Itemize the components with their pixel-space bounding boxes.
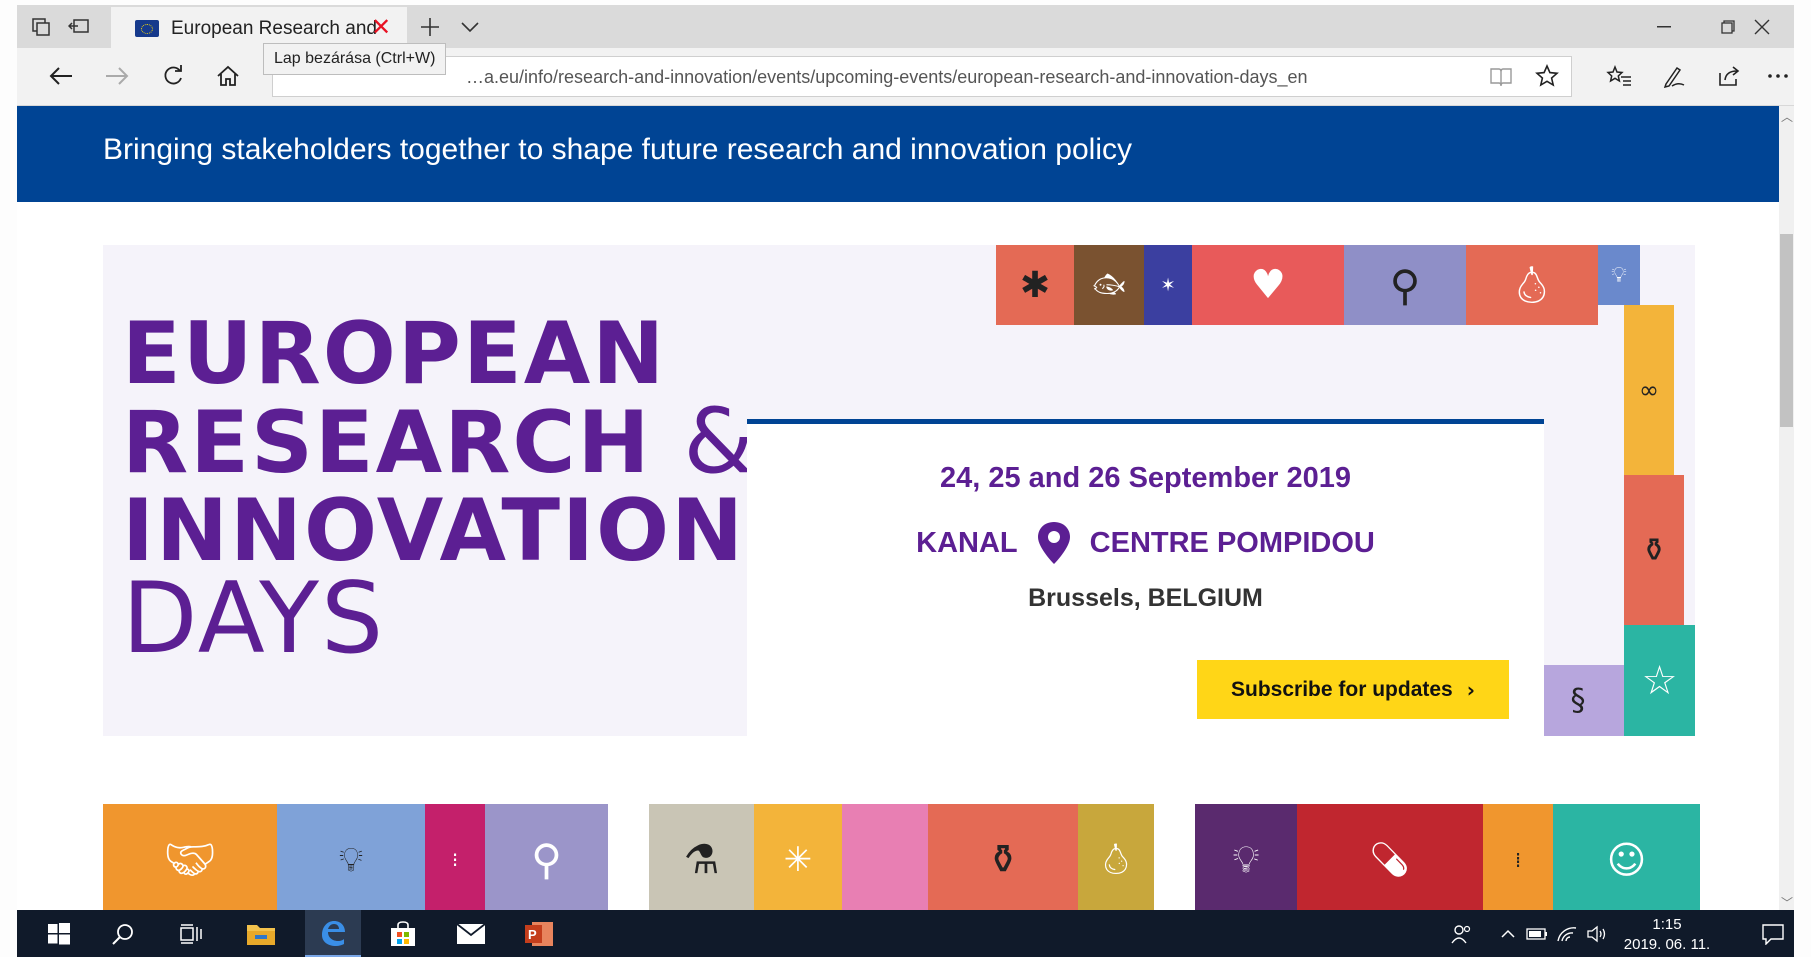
people-icon[interactable]: [1442, 910, 1482, 957]
pear-tile-icon: 🍐︎: [1466, 245, 1598, 325]
chain-small-tile-icon: ⁞: [1483, 804, 1553, 915]
people-tile-icon: ☺: [1553, 804, 1700, 915]
show-hidden-icons-chevron-icon[interactable]: [1497, 910, 1519, 957]
event-brand-logo: EUROPEAN RESEARCH & INNOVATION DAYS: [122, 304, 756, 676]
amphora-tile-icon: ⚱: [928, 804, 1078, 915]
dots-tile-icon: ⁝: [425, 804, 485, 915]
sparkle-tile-icon: ✳: [754, 804, 842, 915]
mail-icon[interactable]: [445, 910, 497, 957]
brand-ampersand: &: [683, 389, 756, 494]
event-dates: 24, 25 and 26 September 2019: [939, 462, 1352, 494]
promo-image-2[interactable]: ⚗ ✳ ⚱ 🍐︎: [649, 804, 1154, 915]
bulb-tile-icon: 💡︎: [1598, 245, 1640, 305]
battery-icon[interactable]: [1523, 910, 1551, 957]
bicycle-tile-icon: ⚲: [1344, 245, 1466, 325]
minimize-icon[interactable]: [1633, 5, 1695, 48]
refresh-icon[interactable]: [151, 56, 195, 96]
promo-image-1[interactable]: 🤝︎ 💡︎ ⁝ ⚲: [103, 804, 608, 915]
page-viewport: Bringing stakeholders together to shape …: [17, 106, 1779, 915]
event-venue: KANAL CENTRE POMPIDOU: [747, 520, 1544, 566]
scroll-up-arrow-icon[interactable]: ︿: [1781, 108, 1793, 125]
tab-close-icon[interactable]: ✕: [371, 13, 391, 41]
system-clock[interactable]: 1:15 2019. 06. 11.: [1617, 915, 1717, 955]
file-explorer-icon[interactable]: [235, 910, 287, 957]
pills-tile-icon: 💊︎: [1297, 804, 1483, 915]
windows-start-icon[interactable]: [35, 910, 83, 957]
title-bar: European Research and ✕: [17, 5, 1794, 48]
web-note-pen-icon[interactable]: [1652, 56, 1696, 96]
favorite-star-icon[interactable]: [1535, 64, 1559, 93]
favorites-hub-icon[interactable]: [1597, 56, 1641, 96]
address-bar[interactable]: …a.eu/info/research-and-innovation/event…: [272, 56, 1572, 97]
browser-window: European Research and ✕ …a.eu/info/resea…: [17, 5, 1794, 957]
brand-line-research: RESEARCH &: [122, 397, 756, 488]
close-window-icon[interactable]: [1731, 5, 1793, 48]
subscribe-button[interactable]: Subscribe for updates ›: [1197, 660, 1509, 719]
new-tab-icon[interactable]: [410, 5, 450, 48]
eu-flag-icon: [135, 20, 159, 37]
forward-icon[interactable]: [95, 56, 139, 96]
svg-text:P: P: [528, 927, 537, 942]
tab-preview-icon[interactable]: [21, 5, 61, 48]
task-view-icon[interactable]: [167, 910, 215, 957]
url-text: …a.eu/info/research-and-innovation/event…: [466, 67, 1308, 87]
dna-tile-icon: §: [1532, 665, 1624, 736]
brand-line-days: DAYS: [122, 562, 386, 676]
clock-date: 2019. 06. 11.: [1623, 936, 1711, 953]
more-menu-icon[interactable]: [1762, 56, 1794, 96]
location-pin-icon: [1037, 522, 1070, 564]
scrollbar-thumb[interactable]: [1780, 234, 1793, 427]
clock-time: 1:15: [1652, 916, 1682, 933]
flask-tile-icon: ⚗: [649, 804, 754, 915]
fish-tile-icon: 🐟︎: [1074, 245, 1144, 325]
star-tile-icon: ☆: [1624, 625, 1695, 736]
banner-text: Bringing stakeholders together to shape …: [103, 133, 1132, 166]
wifi-icon[interactable]: [1553, 910, 1581, 957]
bike-tile-icon: ⚲: [485, 804, 608, 915]
stars-tile-icon: ✶: [1144, 245, 1192, 325]
promo-image-3[interactable]: 💡︎ 💊︎ ⁞ ☺: [1195, 804, 1700, 915]
volume-icon[interactable]: [1583, 910, 1611, 957]
tab-list-chevron-icon[interactable]: [450, 5, 490, 48]
search-icon[interactable]: [99, 910, 147, 957]
tab-title: European Research and: [171, 18, 377, 39]
chain-tile-icon: ∞: [1624, 305, 1674, 475]
handshake-tile-icon: 🤝︎: [103, 804, 277, 915]
pear-small-tile-icon: 🍐︎: [1078, 804, 1154, 915]
event-city: Brussels, BELGIUM: [1028, 584, 1263, 612]
chevron-right-icon: ›: [1466, 677, 1475, 702]
share-icon[interactable]: [1707, 56, 1751, 96]
reading-view-icon[interactable]: [1489, 66, 1513, 93]
store-icon[interactable]: [377, 910, 429, 957]
scroll-down-arrow-icon[interactable]: ﹀: [1781, 894, 1793, 911]
set-aside-tabs-icon[interactable]: [59, 5, 99, 48]
event-info-card: 24, 25 and 26 September 2019 KANAL CENTR…: [747, 419, 1544, 746]
subscribe-label: Subscribe for updates: [1231, 677, 1453, 701]
edge-browser-icon[interactable]: [305, 910, 361, 957]
venue-kanal: KANAL: [916, 526, 1018, 559]
atom-heart-tile-icon: ♥: [1192, 245, 1344, 325]
vase-tile-icon: ⚱: [1624, 475, 1684, 625]
bulbs-tile-icon: 💡︎: [277, 804, 425, 915]
brand-research-text: RESEARCH: [122, 393, 652, 493]
page-banner: Bringing stakeholders together to shape …: [17, 106, 1779, 202]
powerpoint-icon[interactable]: P: [513, 910, 565, 957]
page-scrollbar[interactable]: ︿ ﹀: [1779, 106, 1794, 915]
close-tab-tooltip: Lap bezárása (Ctrl+W): [263, 43, 447, 75]
browser-tab[interactable]: European Research and ✕: [111, 7, 407, 48]
home-icon[interactable]: [206, 56, 250, 96]
back-icon[interactable]: [39, 56, 83, 96]
venue-centre-pompidou: CENTRE POMPIDOU: [1089, 526, 1375, 559]
idea-bulb-tile-icon: 💡︎: [1195, 804, 1297, 915]
pink-tile: [842, 804, 928, 915]
asterisk-tile-icon: ✱: [996, 245, 1074, 325]
windows-taskbar: P 1:15 2019. 06. 11.: [17, 910, 1794, 957]
action-center-icon[interactable]: [1753, 910, 1793, 957]
brand-line-european: EUROPEAN: [122, 304, 667, 404]
